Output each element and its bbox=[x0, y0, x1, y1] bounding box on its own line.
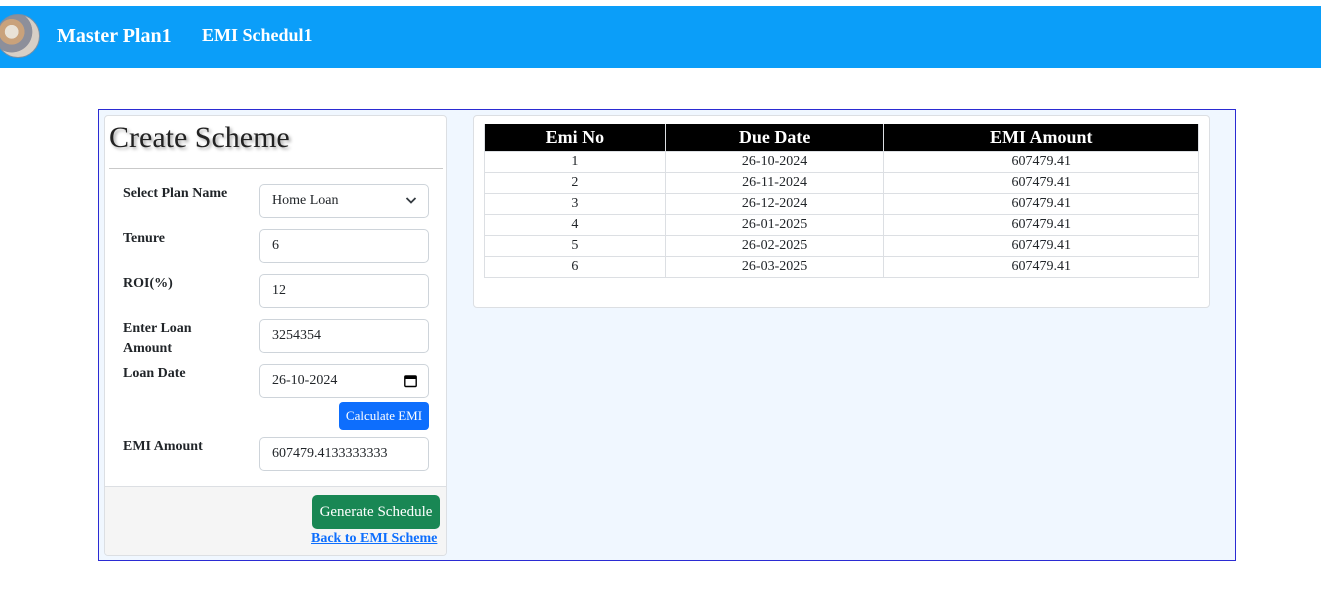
roi-input[interactable]: 12 bbox=[259, 274, 429, 308]
cell-due-date: 26-01-2025 bbox=[664, 214, 885, 236]
tenure-input[interactable]: 6 bbox=[259, 229, 429, 263]
nav-emi-schedule-link[interactable]: EMI Schedul1 bbox=[202, 25, 313, 46]
generate-schedule-button[interactable]: Generate Schedule bbox=[312, 495, 440, 529]
nav-brand-link[interactable]: Master Plan1 bbox=[57, 25, 172, 48]
cell-emi-amount: 607479.41 bbox=[883, 256, 1199, 278]
cell-emi-amount: 607479.41 bbox=[883, 235, 1199, 257]
emi-amount-label: EMI Amount bbox=[123, 439, 203, 454]
table-row: 1 26-10-2024 607479.41 bbox=[484, 151, 1199, 173]
avatar[interactable] bbox=[0, 14, 40, 58]
create-scheme-card: Create Scheme Select Plan Name Home Loan… bbox=[104, 115, 447, 556]
loan-amount-label: Enter Loan Amount bbox=[123, 321, 192, 356]
schedule-card: Emi No Due Date EMI Amount 1 26-10-2024 … bbox=[473, 115, 1210, 308]
loan-date-label: Loan Date bbox=[123, 366, 186, 381]
cell-emi-amount: 607479.41 bbox=[883, 214, 1199, 236]
card-title: Create Scheme bbox=[109, 121, 290, 154]
header-emi-no: Emi No bbox=[484, 124, 666, 152]
cell-emi-no: 2 bbox=[484, 172, 666, 194]
loan-amount-input[interactable]: 3254354 bbox=[259, 319, 429, 353]
back-to-emi-scheme-link[interactable]: Back to EMI Scheme bbox=[311, 531, 437, 547]
card-footer: Generate Schedule Back to EMI Scheme bbox=[105, 486, 446, 555]
emi-schedule-table: Emi No Due Date EMI Amount 1 26-10-2024 … bbox=[484, 124, 1199, 278]
table-header-row: Emi No Due Date EMI Amount bbox=[484, 124, 1199, 152]
cell-due-date: 26-03-2025 bbox=[664, 256, 885, 278]
plan-name-value: Home Loan bbox=[272, 193, 339, 208]
table-row: 3 26-12-2024 607479.41 bbox=[484, 193, 1199, 215]
plan-name-select[interactable]: Home Loan bbox=[259, 184, 429, 218]
tenure-label: Tenure bbox=[123, 231, 166, 246]
loan-date-value: 26-10-2024 bbox=[272, 373, 338, 388]
calendar-icon[interactable] bbox=[404, 365, 417, 397]
cell-emi-no: 1 bbox=[484, 151, 666, 173]
cell-due-date: 26-02-2025 bbox=[664, 235, 885, 257]
emi-amount-input[interactable]: 607479.4133333333 bbox=[259, 437, 429, 471]
table-row: 4 26-01-2025 607479.41 bbox=[484, 214, 1199, 236]
main-panel: Create Scheme Select Plan Name Home Loan… bbox=[98, 109, 1236, 561]
top-navbar: Master Plan1 EMI Schedul1 bbox=[0, 6, 1321, 68]
roi-label: ROI(%) bbox=[123, 276, 173, 291]
plan-name-label: Select Plan Name bbox=[123, 186, 228, 201]
table-row: 2 26-11-2024 607479.41 bbox=[484, 172, 1199, 194]
loan-date-input[interactable]: 26-10-2024 bbox=[259, 364, 429, 398]
cell-emi-amount: 607479.41 bbox=[883, 151, 1199, 173]
calculate-emi-button[interactable]: Calculate EMI bbox=[339, 402, 429, 430]
header-emi-amount: EMI Amount bbox=[883, 124, 1199, 152]
cell-due-date: 26-10-2024 bbox=[664, 151, 885, 173]
table-row: 6 26-03-2025 607479.41 bbox=[484, 256, 1199, 278]
cell-emi-amount: 607479.41 bbox=[883, 193, 1199, 215]
cell-due-date: 26-12-2024 bbox=[664, 193, 885, 215]
table-row: 5 26-02-2025 607479.41 bbox=[484, 235, 1199, 257]
chevron-down-icon bbox=[405, 185, 417, 217]
cell-emi-no: 5 bbox=[484, 235, 666, 257]
cell-emi-no: 6 bbox=[484, 256, 666, 278]
cell-due-date: 26-11-2024 bbox=[664, 172, 885, 194]
cell-emi-no: 4 bbox=[484, 214, 666, 236]
cell-emi-amount: 607479.41 bbox=[883, 172, 1199, 194]
cell-emi-no: 3 bbox=[484, 193, 666, 215]
divider bbox=[109, 168, 443, 169]
header-due-date: Due Date bbox=[664, 124, 885, 152]
